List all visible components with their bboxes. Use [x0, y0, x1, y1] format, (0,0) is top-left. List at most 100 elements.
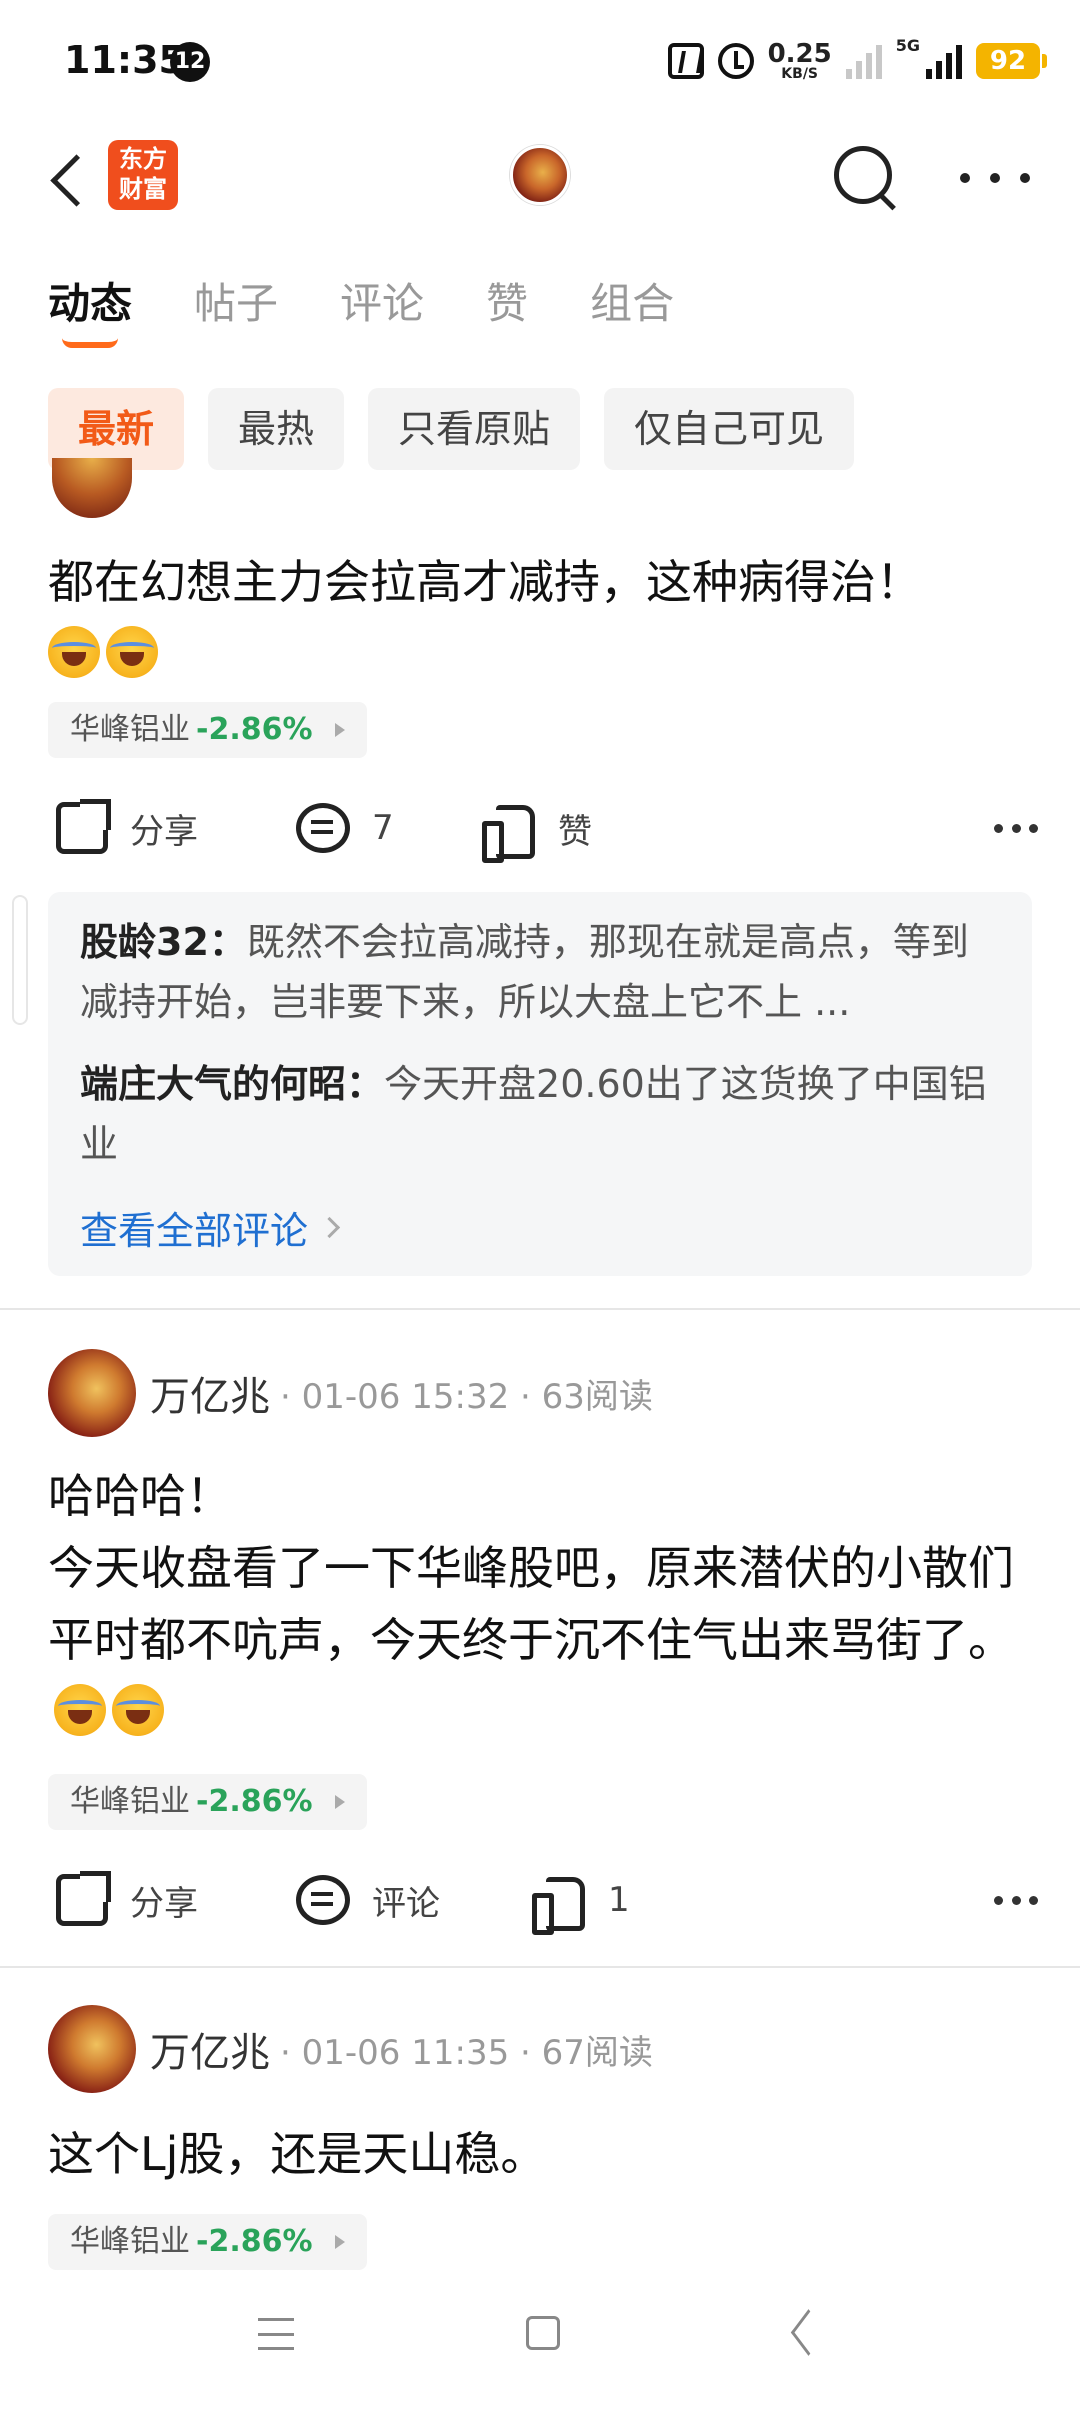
comment-icon — [296, 1875, 350, 1925]
like-label: 赞 — [558, 811, 592, 852]
comment-button[interactable]: 评论 — [296, 1860, 440, 1940]
filter-hottest[interactable]: 最热 — [208, 388, 345, 470]
post-meta: · 01-06 11:35 · 67阅读 — [280, 2032, 653, 2073]
share-button[interactable]: 分享 — [56, 788, 198, 868]
post-body: 都在幻想主力会拉高才减持，这种病得治！ — [48, 555, 922, 609]
play-arrow-icon — [334, 723, 345, 737]
post-actions: 分享 7 赞 — [48, 788, 1038, 868]
like-button[interactable]: 1 — [532, 1860, 630, 1940]
post-body-line: 哈哈哈！ — [48, 1469, 232, 1523]
tab-posts[interactable]: 帖子 — [194, 270, 278, 331]
see-all-comments-link[interactable]: 查看全部评论 — [80, 1200, 337, 1255]
comments-preview[interactable]: 股龄32：既然不会拉高减持，那现在就是高点，等到减持开始，岂非要下来，所以大盘上… — [48, 892, 1032, 1276]
avatar[interactable] — [48, 1349, 136, 1437]
post-text[interactable]: 都在幻想主力会拉高才减持，这种病得治！ — [48, 546, 1038, 690]
like-button[interactable]: 赞 — [482, 788, 592, 868]
home-icon[interactable] — [526, 2316, 560, 2350]
back-nav-icon[interactable] — [790, 2314, 830, 2354]
more-options-icon[interactable] — [960, 158, 1030, 198]
see-all-label: 查看全部评论 — [80, 1209, 309, 1253]
app-header: 东方 财富 — [0, 130, 1080, 230]
post-body-line: 今天收盘看了一下华峰股吧，原来潜伏的小散们平时都不吭声，今天终于沉不住气出来骂街… — [48, 1541, 1014, 1667]
tab-label: 帖子 — [194, 279, 279, 328]
laugh-cry-emoji-icon — [54, 1684, 106, 1736]
divider — [0, 1308, 1080, 1310]
recent-apps-icon[interactable] — [258, 2318, 294, 2350]
tab-label: 评论 — [340, 279, 425, 328]
filter-chips: 最新 最热 只看原贴 仅自己可见 — [48, 388, 855, 470]
post-text[interactable]: 哈哈哈！ 今天收盘看了一下华峰股吧，原来潜伏的小散们平时都不吭声，今天终于沉不住… — [48, 1460, 1038, 1748]
network-speed-value: 0.25 — [767, 39, 832, 69]
tab-label: 赞 — [486, 279, 529, 328]
nfc-icon — [667, 43, 704, 79]
tab-likes[interactable]: 赞 — [486, 270, 528, 331]
author-row: 万亿兆 · 01-06 11:35 · 67阅读 — [48, 2004, 653, 2094]
stock-name: 华峰铝业 — [70, 2224, 190, 2259]
comment-icon — [296, 803, 350, 853]
tab-portfolio[interactable]: 组合 — [590, 270, 674, 331]
filter-original-only[interactable]: 只看原贴 — [368, 388, 581, 470]
notification-count-badge: 12 — [170, 42, 210, 82]
alarm-icon — [717, 43, 754, 79]
profile-avatar[interactable] — [510, 145, 570, 205]
thumbs-up-icon — [482, 803, 536, 863]
battery-icon: 92 — [976, 43, 1047, 79]
status-time: 11:35 — [64, 38, 185, 82]
author-name[interactable]: 万亿兆 — [150, 1364, 270, 1422]
post-meta: · 01-06 15:32 · 63阅读 — [280, 1376, 653, 1417]
network-type: 5G — [895, 36, 920, 55]
stock-tag[interactable]: 华峰铝业 -2.86% — [48, 2214, 367, 2270]
thumbs-up-icon — [532, 1875, 586, 1935]
tab-comments[interactable]: 评论 — [340, 270, 424, 331]
tab-label: 组合 — [590, 279, 675, 328]
comment-author: 端庄大气的何昭： — [80, 1062, 385, 1106]
status-bar: 11:35 12 0.25 KB/S 5G 92 — [0, 0, 1080, 120]
laugh-cry-emoji-icon — [48, 626, 100, 678]
tab-dynamics[interactable]: 动态 — [48, 270, 133, 348]
profile-tabs: 动态 帖子 评论 赞 组合 — [48, 270, 674, 348]
avatar[interactable] — [48, 2005, 136, 2093]
post-actions: 分享 评论 1 — [48, 1860, 1038, 1940]
author-row: 万亿兆 · 01-06 15:32 · 63阅读 — [48, 1348, 653, 1438]
share-icon — [56, 1871, 111, 1926]
search-icon[interactable] — [830, 142, 898, 210]
avatar[interactable] — [52, 458, 132, 518]
comment-item[interactable]: 股龄32：既然不会拉高减持，那现在就是高点，等到减持开始，岂非要下来，所以大盘上… — [80, 912, 1000, 1032]
stock-tag[interactable]: 华峰铝业 -2.86% — [48, 1774, 367, 1830]
back-button[interactable] — [40, 140, 100, 220]
comment-button[interactable]: 7 — [296, 788, 394, 868]
stock-tag[interactable]: 华峰铝业 -2.86% — [48, 702, 367, 758]
network-speed: 0.25 KB/S — [768, 41, 832, 81]
author-name[interactable]: 万亿兆 — [150, 2020, 270, 2078]
stock-change: -2.86% — [196, 1784, 313, 1819]
cellular-signal-icon — [926, 43, 962, 79]
active-tab-indicator — [62, 338, 118, 348]
share-button[interactable]: 分享 — [56, 1860, 198, 1940]
status-icons: 0.25 KB/S 5G 92 — [667, 36, 1047, 86]
comment-count: 7 — [372, 808, 394, 848]
play-arrow-icon — [334, 1795, 345, 1809]
more-options-icon[interactable] — [994, 1880, 1038, 1920]
share-label: 分享 — [130, 811, 198, 852]
scroll-indicator — [12, 895, 28, 1025]
like-count: 1 — [608, 1880, 630, 1920]
stock-change: -2.86% — [196, 2224, 313, 2259]
divider — [0, 1966, 1080, 1968]
laugh-cry-emoji-icon — [112, 1684, 164, 1736]
stock-name: 华峰铝业 — [70, 1784, 190, 1819]
system-navigation-bar — [0, 2296, 1080, 2412]
tab-label: 动态 — [48, 279, 133, 328]
post-body: 这个Lj股，还是天山稳。 — [48, 2127, 547, 2181]
more-options-icon[interactable] — [994, 808, 1038, 848]
post-text[interactable]: 这个Lj股，还是天山稳。 — [48, 2118, 1038, 2190]
network-speed-unit: KB/S — [781, 66, 819, 82]
comment-item[interactable]: 端庄大气的何昭：今天开盘20.60出了这货换了中国铝业 — [80, 1054, 1000, 1174]
stock-name: 华峰铝业 — [70, 712, 190, 747]
filter-private-only[interactable]: 仅自己可见 — [604, 388, 855, 470]
app-logo: 东方 财富 — [108, 140, 178, 210]
stock-change: -2.86% — [196, 712, 313, 747]
share-icon — [56, 799, 111, 854]
wifi-signal-icon — [845, 43, 882, 79]
laugh-cry-emoji-icon — [106, 626, 158, 678]
comment-author: 股龄32： — [80, 920, 247, 964]
